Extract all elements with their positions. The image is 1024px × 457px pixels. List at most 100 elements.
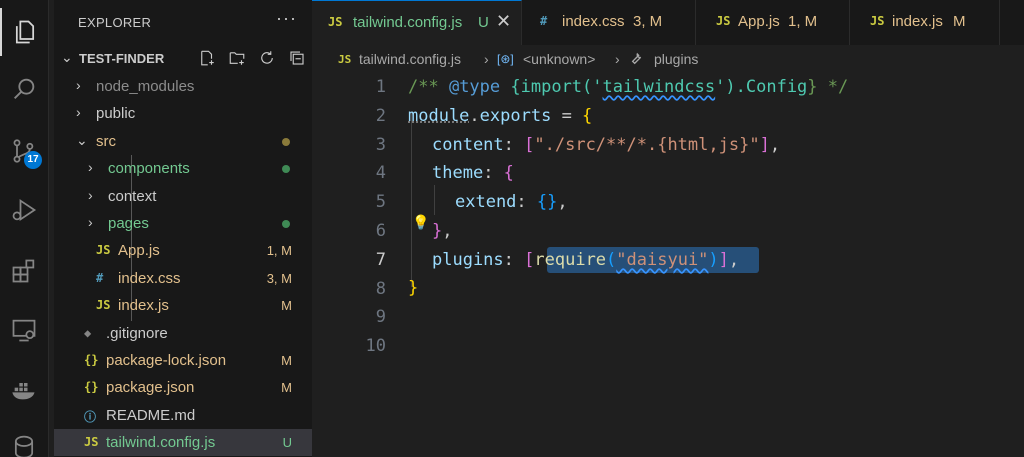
tree-item-label: package-lock.json	[106, 352, 227, 369]
tree-item-label: index.css	[118, 269, 181, 287]
code-line-2: module.exports = {	[408, 106, 593, 126]
database-icon[interactable]	[0, 422, 48, 457]
chevron-right-icon: ›	[88, 159, 93, 176]
activity-bar: 17	[0, 0, 49, 457]
line-number: 1	[375, 77, 386, 97]
tab-status: 3, M	[633, 13, 663, 30]
tree-item[interactable]: › pages	[54, 210, 312, 237]
chevron-right-icon: ›	[88, 214, 93, 230]
indent-guide	[434, 185, 435, 215]
tree-item-label: .gitignore	[106, 324, 168, 342]
tree-item[interactable]: › components	[54, 155, 312, 182]
tab-label: index.js	[892, 13, 943, 30]
line-number: 5	[375, 192, 386, 213]
tab-status: 1, M	[788, 13, 818, 30]
line-number: 8	[375, 278, 386, 299]
collapse-all-icon[interactable]	[284, 47, 310, 69]
line-number: 4	[375, 163, 386, 184]
css-file-icon: #	[540, 14, 548, 28]
tree-item[interactable]: › context	[54, 183, 312, 210]
breadcrumb-item[interactable]: plugins	[654, 51, 698, 67]
breadcrumb: JS tailwind.config.js › [⊛] <unknown> › …	[312, 45, 1024, 73]
tab-status: U	[478, 14, 489, 31]
tree-item[interactable]: JS App.js 1, M	[54, 237, 312, 264]
run-debug-icon[interactable]	[0, 186, 48, 234]
js-file-icon: JS	[84, 435, 99, 450]
status-dot	[282, 137, 290, 146]
tree-item[interactable]: ◆ .gitignore	[54, 320, 312, 347]
tree-item[interactable]: › node_modules	[54, 73, 312, 100]
git-status-badge: 3, M	[266, 270, 292, 286]
css-file-icon: #	[96, 270, 104, 285]
tree-item[interactable]: {} package.json M	[54, 374, 312, 401]
git-status-badge: M	[281, 298, 292, 314]
remote-explorer-icon[interactable]	[0, 306, 48, 354]
code-line-3: content: ["./src/**/*.{html,js}"],	[432, 135, 781, 155]
code-line-7: plugins: [require("daisyui")],	[432, 250, 740, 270]
chevron-right-icon: ›	[615, 51, 620, 67]
git-status-badge: M	[281, 353, 292, 368]
js-file-icon: JS	[96, 298, 111, 313]
variable-icon: [⊛]	[497, 52, 514, 66]
breadcrumb-symbol[interactable]: <unknown>	[523, 51, 595, 67]
tab-app-js[interactable]: JS App.js 1, M	[696, 0, 850, 45]
chevron-right-icon: ›	[88, 186, 93, 203]
code-line-5: extend: {},	[455, 192, 568, 212]
code-line-6: },	[432, 221, 453, 241]
search-icon[interactable]	[0, 65, 48, 113]
tree-item[interactable]: ⓘ README.md	[54, 402, 312, 429]
git-status-badge: M	[281, 380, 292, 396]
refresh-icon[interactable]	[254, 47, 280, 69]
extensions-icon[interactable]	[0, 247, 48, 295]
tree-item[interactable]: JS index.js M	[54, 292, 312, 319]
line-number: 9	[375, 307, 386, 328]
wrench-icon	[628, 50, 644, 69]
breadcrumb-file[interactable]: tailwind.config.js	[359, 51, 461, 67]
tree-item-label: node_modules	[96, 78, 195, 95]
chevron-down-icon: ⌄	[76, 131, 88, 148]
code-line-8: }	[408, 278, 419, 298]
tree-item[interactable]: JS tailwind.config.js U	[54, 429, 312, 457]
close-icon[interactable]: ✕	[496, 11, 511, 32]
docker-icon[interactable]	[0, 366, 48, 414]
tree-item[interactable]: ⌄ src	[54, 128, 312, 155]
new-file-icon[interactable]	[194, 47, 220, 69]
git-status-badge: U	[282, 435, 292, 451]
code-line-1: /** @type {import('tailwindcss').Config}…	[408, 77, 849, 97]
tab-status: M	[953, 13, 966, 30]
tab-index-css[interactable]: # index.css 3, M	[522, 0, 696, 45]
more-actions-icon[interactable]: ···	[276, 8, 297, 29]
js-file-icon: JS	[96, 243, 111, 258]
json-file-icon: {}	[84, 380, 99, 395]
source-control-icon[interactable]	[0, 127, 48, 175]
js-file-icon: JS	[870, 14, 885, 28]
source-control-badge: 17	[24, 151, 42, 169]
tree-item-label: public	[96, 105, 136, 123]
new-folder-icon[interactable]	[224, 47, 250, 69]
tab-tailwind-config[interactable]: JS tailwind.config.js U ✕	[312, 0, 522, 45]
status-dot	[282, 220, 290, 228]
tree-item-label: components	[108, 160, 190, 178]
lightbulb-icon[interactable]: 💡	[412, 215, 429, 231]
tree-item-label: App.js	[118, 242, 160, 260]
line-number: 6	[375, 221, 386, 241]
explorer-title: EXPLORER	[78, 15, 152, 30]
chevron-right-icon: ›	[76, 104, 81, 121]
tree-item-label: index.js	[118, 297, 169, 315]
explorer-actions	[194, 47, 310, 69]
js-file-icon: JS	[338, 53, 352, 66]
tree-item[interactable]: {} package-lock.json M	[54, 347, 312, 374]
line-number: 2	[375, 105, 386, 126]
line-number: 10	[365, 336, 386, 357]
tab-index-js[interactable]: JS index.js M	[850, 0, 1000, 45]
line-number: 3	[375, 134, 386, 155]
explorer-icon[interactable]	[0, 8, 48, 56]
tab-label: index.css	[562, 13, 625, 30]
tree-item[interactable]: # index.css 3, M	[54, 265, 312, 292]
project-name: TEST-FINDER	[79, 51, 165, 66]
code-editor[interactable]: 1 2 3 4 5 6 7 8 9 10 /** @type {import('tailwindc…	[312, 73, 1024, 457]
chevron-right-icon: ›	[76, 77, 81, 93]
tree-item[interactable]: › public	[54, 100, 312, 127]
js-file-icon: JS	[328, 15, 343, 29]
tree-item-label: tailwind.config.js	[106, 434, 216, 452]
